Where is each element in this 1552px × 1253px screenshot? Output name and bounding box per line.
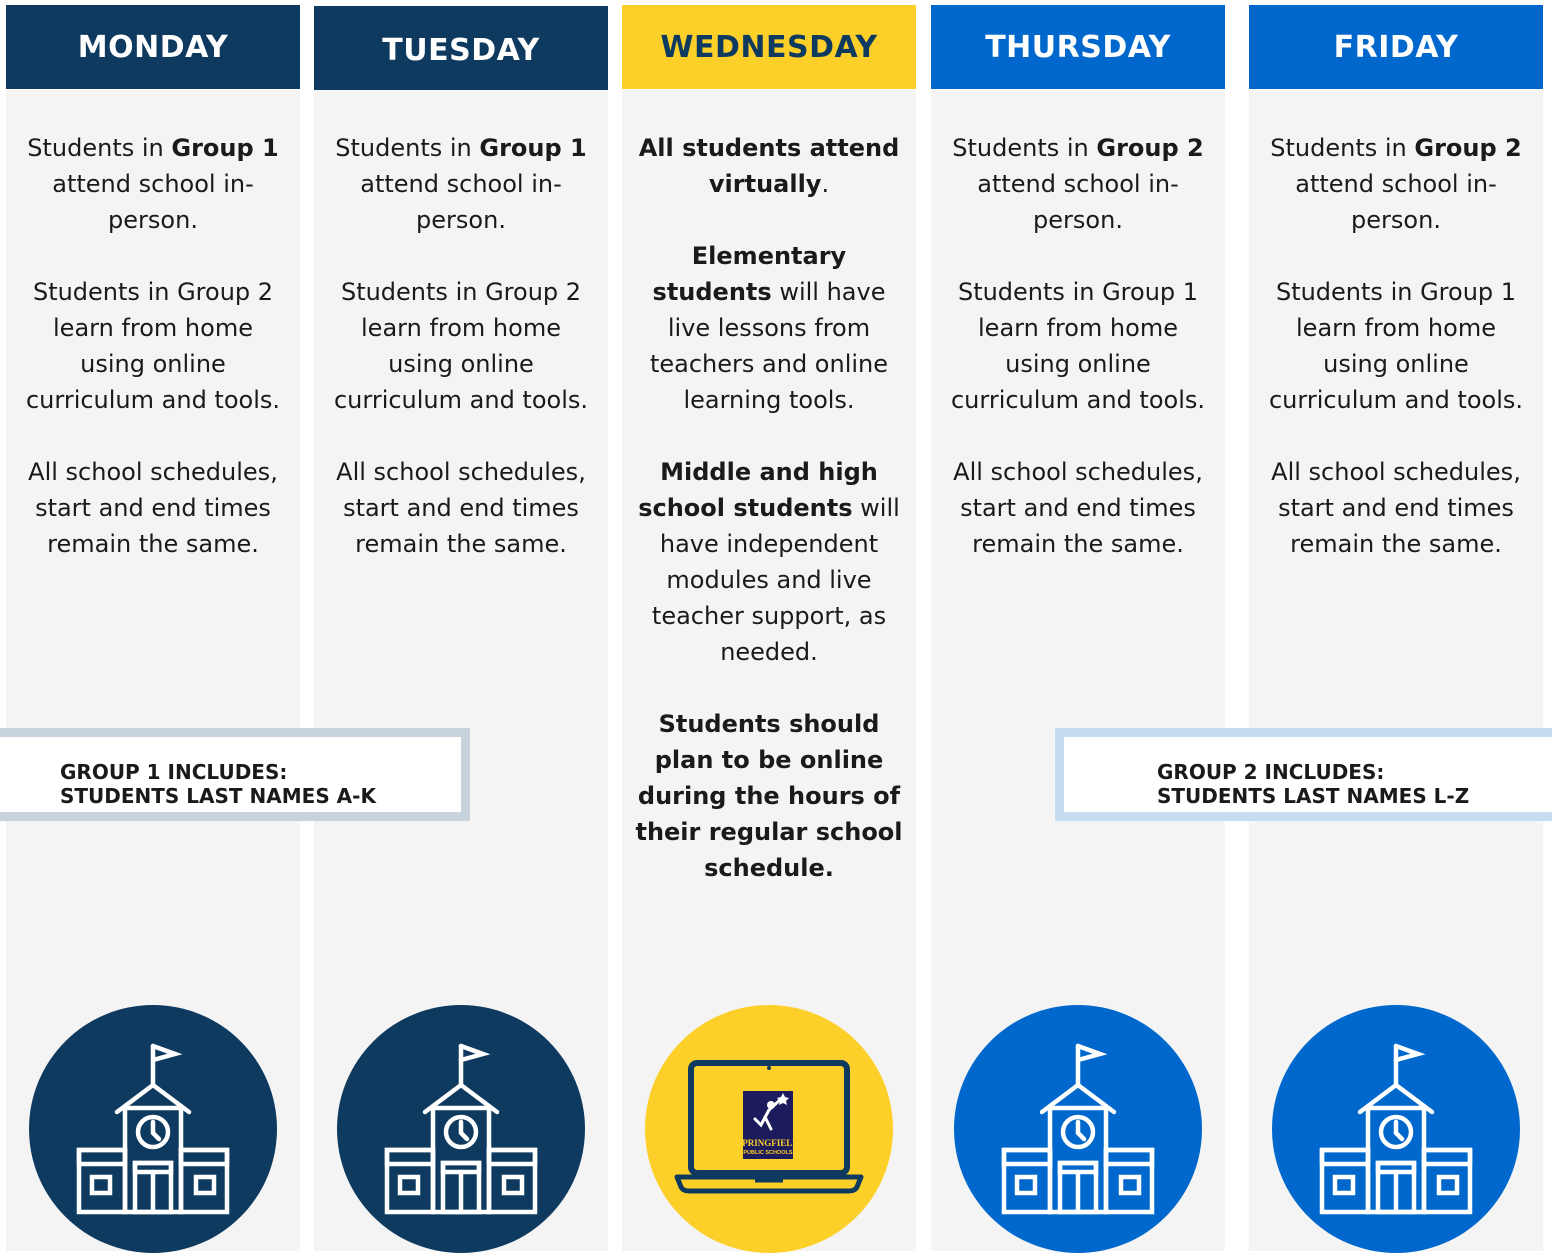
group-attendance-text: Students in Group 2 attend school in-per…: [952, 134, 1204, 234]
group1-info-box: GROUP 1 INCLUDES: STUDENTS LAST NAMES A-…: [0, 728, 470, 821]
laptop-icon-badge: SPRINGFIELD PUBLIC SCHOOLS: [645, 1005, 893, 1253]
online-hours-note-text: Students should plan to be online during…: [635, 710, 903, 882]
group-attendance-text: Students in Group 1 attend school in-per…: [27, 134, 279, 234]
day-header-thursday: THURSDAY: [931, 5, 1225, 89]
group2-info-text: GROUP 2 INCLUDES: STUDENTS LAST NAMES L-…: [1157, 760, 1469, 808]
group-attendance-text: Students in Group 1 attend school in-per…: [335, 134, 587, 234]
day-description: Students in Group 2 attend school in-per…: [1261, 130, 1531, 598]
day-column-friday: FRIDAY Students in Group 2 attend school…: [1249, 0, 1543, 1253]
group2-heading: GROUP 2 INCLUDES:: [1157, 760, 1385, 784]
remote-learning-text: Students in Group 1 learn from home usin…: [950, 278, 1206, 414]
day-description: Students in Group 1 attend school in-per…: [326, 130, 596, 598]
day-description: Students in Group 2 attend school in-per…: [943, 130, 1213, 598]
school-building-icon: [1000, 1040, 1156, 1218]
day-column-wednesday: WEDNESDAY All students attend virtually.…: [622, 0, 916, 1253]
day-header-wednesday: WEDNESDAY: [622, 5, 916, 89]
schedule-note-text: All school schedules, start and end time…: [28, 458, 278, 558]
laptop-icon: SPRINGFIELD PUBLIC SCHOOLS: [674, 1060, 864, 1194]
svg-text:PUBLIC SCHOOLS: PUBLIC SCHOOLS: [743, 1150, 793, 1156]
day-description: Students in Group 1 attend school in-per…: [18, 130, 288, 598]
schedule-note-text: All school schedules, start and end time…: [336, 458, 586, 558]
day-column-thursday: THURSDAY Students in Group 2 attend scho…: [931, 0, 1225, 1253]
group2-range: STUDENTS LAST NAMES L-Z: [1157, 784, 1470, 808]
remote-learning-text: Students in Group 2 learn from home usin…: [333, 278, 589, 414]
day-header-tuesday: TUESDAY: [314, 6, 608, 90]
remote-learning-text: Students in Group 2 learn from home usin…: [25, 278, 281, 414]
springfield-logo: SPRINGFIELD PUBLIC SCHOOLS: [737, 1091, 799, 1159]
school-building-icon: [75, 1040, 231, 1218]
group2-info-box: GROUP 2 INCLUDES: STUDENTS LAST NAMES L-…: [1055, 728, 1552, 821]
school-icon-badge: [954, 1005, 1202, 1253]
schedule-note-text: All school schedules, start and end time…: [953, 458, 1203, 558]
day-description: All students attend virtually. Elementar…: [634, 130, 904, 922]
group1-range: STUDENTS LAST NAMES A-K: [60, 784, 376, 808]
school-icon-badge: [1272, 1005, 1520, 1253]
elementary-note-text: Elementary students will have live lesso…: [649, 242, 889, 414]
day-header-friday: FRIDAY: [1249, 5, 1543, 89]
remote-learning-text: Students in Group 1 learn from home usin…: [1268, 278, 1524, 414]
secondary-note-text: Middle and high school students will hav…: [638, 458, 900, 666]
svg-text:SPRINGFIELD: SPRINGFIELD: [737, 1138, 799, 1148]
virtual-attendance-text: All students attend virtually.: [638, 134, 900, 198]
schedule-note-text: All school schedules, start and end time…: [1271, 458, 1521, 558]
school-building-icon: [383, 1040, 539, 1218]
school-building-icon: [1318, 1040, 1474, 1218]
group1-heading: GROUP 1 INCLUDES:: [60, 760, 288, 784]
school-icon-badge: [29, 1005, 277, 1253]
day-column-monday: MONDAY Students in Group 1 attend school…: [6, 0, 300, 1253]
day-column-tuesday: TUESDAY Students in Group 1 attend schoo…: [314, 0, 608, 1253]
school-icon-badge: [337, 1005, 585, 1253]
group1-info-text: GROUP 1 INCLUDES: STUDENTS LAST NAMES A-…: [60, 760, 376, 808]
group-attendance-text: Students in Group 2 attend school in-per…: [1270, 134, 1522, 234]
day-header-monday: MONDAY: [6, 5, 300, 89]
